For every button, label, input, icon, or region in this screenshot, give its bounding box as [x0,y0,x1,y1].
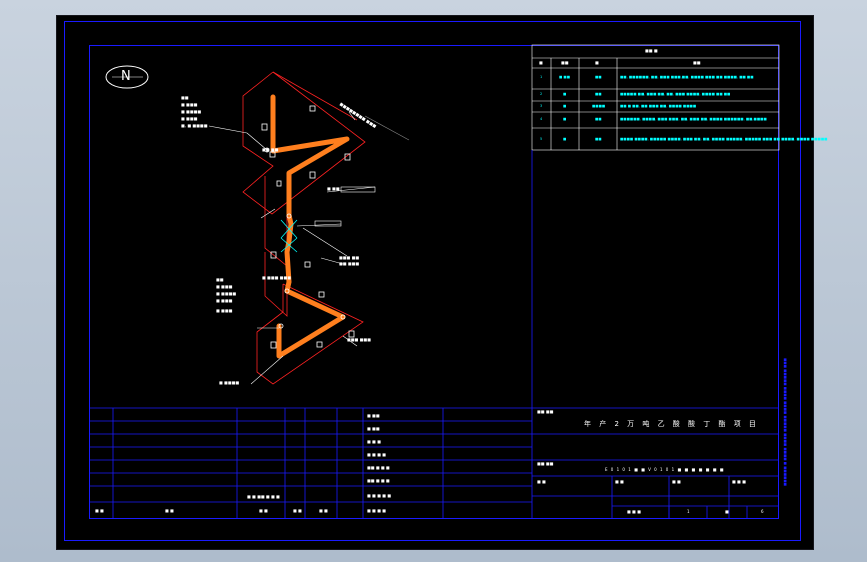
callout-upper-5: ■, ■ ■■■■ [181,123,208,128]
field-3: ■ ■ [672,479,681,484]
drawing-label: ■■ ■■ [537,461,554,466]
field-4: ■ ■ ■ [732,479,746,484]
callout-lower-2: ■ ■■■ [216,284,233,289]
signature-2: ■ ■■ [367,426,380,431]
label-bottom: ■ ■■■■ [219,380,240,385]
table-row-4-note: ■■■■■■, ■■■■, ■■■ ■■■, ■■, ■■■ ■■, ■■■■ … [620,117,767,121]
table-row-1-no: 1 [540,75,543,79]
callout-upper-3: ■ ■■■■ [181,109,202,114]
scale-note: ■ ■ ■■ ■ ■ ■ [247,494,280,499]
drawing-sheet: N ■■ ■ ■ ■■ ■ ■■ 1 ■ ■■ ■■ ■■, ■■■■■■, ■… [56,15,827,550]
bottom-cell-3: ■ ■ [259,508,268,513]
field-1: ■ ■ [537,479,546,484]
label-right-lower: ■■■ ■■■ [347,337,371,342]
table-title: ■■ ■ [645,48,658,53]
table-row-2-no: 2 [540,92,543,96]
table-header-qty: ■ [595,60,599,65]
callout-lower-1: ■■ [216,277,224,282]
callout-lower-4: ■ ■■■ [216,298,233,303]
table-row-4-qty: ■■ [595,117,602,121]
label-right-3: ■■ ■■■ [339,261,360,266]
callout-upper-4: ■ ■■■ [181,116,198,121]
label-right-2: ■■■ ■■ [339,255,360,260]
signature-3: ■ ■ ■ [367,439,381,444]
table-row-5-qty: ■■ [595,137,602,141]
project-label: ■■ ■■ [537,409,554,414]
bottom-cell-6: ■ ■ ■ ■ [367,508,386,513]
table-row-3-note: ■■ ■ ■■, ■■ ■■■ ■■, ■■■■ ■■■■ [620,104,697,108]
callout-boxes [314,186,376,227]
sheet-number: 1 [687,509,690,514]
signature-7: ■ ■ ■ ■ ■ [367,493,391,498]
table-row-4-no: 4 [540,117,543,121]
callout-upper-2: ■ ■■■ [181,102,198,107]
table-row-5-note: ■■■■ ■■■■, ■■■■■ ■■■■, ■■■ ■■, ■■, ■■■■ … [620,137,828,141]
table-row-3-spec: ■ [563,104,567,108]
table-row-4-spec: ■ [563,117,567,121]
signature-6: ■■ ■ ■ ■ [367,478,390,483]
sheet-of: ■ [725,509,729,514]
callout-lower-3: ■ ■■■■ [216,291,237,296]
signature-1: ■ ■■ [367,413,380,418]
label-right-1: ■ ■■ [327,186,340,191]
sheet-label: ■ ■ ■ [627,509,641,514]
signature-4: ■ ■ ■ ■ [367,452,386,457]
leader-lines [208,111,410,385]
bottom-cell-1: ■ ■ [95,508,104,513]
table-row-5-spec: ■ [563,137,567,141]
table-row-5-no: 5 [540,137,543,141]
table-row-3-qty: ■■■■ [592,104,606,108]
callout-lower-5: ■ ■■■ [216,308,233,313]
table-row-1-spec: ■ ■■ [559,75,571,79]
table-row-2-spec: ■ [563,92,567,96]
material-table-grid [531,44,780,151]
table-row-2-note: ■■■■■ ■■, ■■■ ■■, ■■, ■■■ ■■■■, ■■■■ ■■ … [620,92,731,96]
north-label: N [121,69,131,84]
table-header-note: ■■ [693,60,701,65]
field-2: ■ ■ [615,479,624,484]
drawing-name: E 0 1 0 1 ■ ■ V 0 1 0 1 ■ ■ ■ ■ ■ ■ ■ [605,467,725,472]
table-row-1-qty: ■■ [595,75,602,79]
bottom-cell-4: ■ ■ [293,508,302,513]
bottom-cell-5: ■ ■ [319,508,328,513]
sheet-total: 6 [761,509,764,514]
callout-upper-1: ■■ [181,95,189,100]
table-row-1-note: ■■, ■■■■■■, ■■, ■■■ ■■■,■■, ■■■■ ■■■ ■■ … [620,75,754,79]
table-header-spec: ■■ [561,60,569,65]
table-header-no: ■ [539,60,543,65]
label-left-mid: ■ ■■■ ■■■ [262,275,291,280]
process-pipe [270,94,350,359]
signature-5: ■■ ■ ■ ■ [367,465,390,470]
table-row-2-qty: ■■ [595,92,602,96]
side-strip-text: ■■■■■■ ■ ■■■■ ■■■■ ■■■■■ ■■■■ ■■■■ ■■■■■… [783,358,787,486]
bottom-cell-2: ■ ■ [165,508,174,513]
label-left-upper: ■■ ■■ [262,147,279,152]
table-row-3-no: 3 [540,104,543,108]
project-name: 年 产 2 万 吨 乙 酸 酸 丁 酯 项 目 [584,420,759,428]
